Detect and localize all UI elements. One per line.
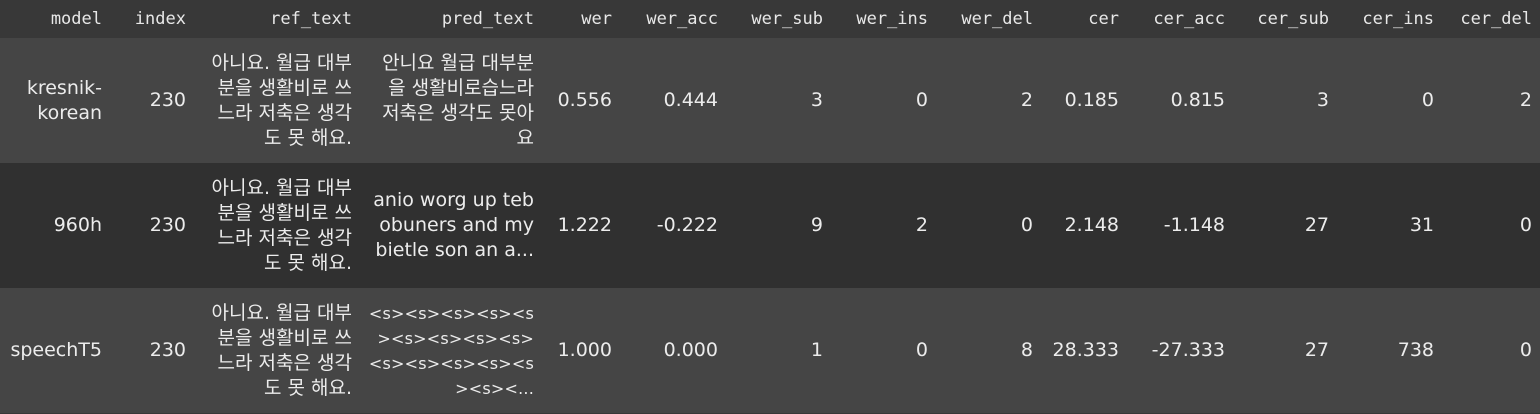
cell-model: speechT5: [10, 339, 102, 361]
header-row: model index ref_text pred_text wer wer_a…: [0, 0, 1540, 38]
cell-wer-del: 8: [1020, 339, 1033, 361]
cell-cer: 0.185: [1064, 89, 1119, 111]
column-header-cer-acc: cer_acc: [1153, 9, 1225, 29]
cell-cer-sub: 3: [1316, 89, 1329, 111]
column-header-wer-del: wer_del: [961, 9, 1033, 29]
cell-cer-del: 0: [1519, 339, 1532, 361]
cell-wer: 1.000: [557, 339, 612, 361]
cell-pred-text: 안니요 월급 대부분을 생활비로습느라 저축은 생각도 못아요: [382, 51, 534, 149]
column-header-model: model: [50, 9, 102, 29]
cell-wer-sub: 1: [810, 339, 823, 361]
column-header-wer-acc: wer_acc: [646, 9, 718, 29]
cell-wer-ins: 2: [915, 214, 928, 236]
cell-cer-ins: 738: [1397, 339, 1434, 361]
cell-cer-ins: 31: [1409, 214, 1434, 236]
column-header-cer-del: cer_del: [1460, 9, 1532, 29]
column-header-wer: wer: [581, 9, 612, 29]
cell-cer-acc: -27.333: [1151, 339, 1225, 361]
column-header-cer: cer: [1088, 9, 1119, 29]
cell-wer: 1.222: [557, 214, 612, 236]
cell-index: 230: [149, 89, 186, 111]
cell-ref-text: 아니요. 월급 대부분을 생활비로 쓰느라 저축은 생각도 못 해요.: [211, 51, 352, 149]
column-header-cer-ins: cer_ins: [1362, 9, 1434, 29]
cell-cer-acc: -1.148: [1163, 214, 1225, 236]
cell-model: 960h: [53, 214, 102, 236]
cell-model: kresnik-korean: [26, 76, 102, 124]
cell-wer-sub: 3: [810, 89, 823, 111]
table-row: 960h 230 아니요. 월급 대부분을 생활비로 쓰느라 저축은 생각도 못…: [0, 163, 1540, 288]
cell-cer-sub: 27: [1304, 214, 1329, 236]
cell-index: 230: [149, 339, 186, 361]
cell-wer-ins: 0: [915, 89, 928, 111]
cell-wer-acc: 0.000: [663, 339, 718, 361]
cell-wer: 0.556: [557, 89, 612, 111]
cell-wer-acc: 0.444: [663, 89, 718, 111]
cell-wer-del: 0: [1020, 214, 1033, 236]
table-row: kresnik-korean 230 아니요. 월급 대부분을 생활비로 쓰느라…: [0, 38, 1540, 163]
table-row: speechT5 230 아니요. 월급 대부분을 생활비로 쓰느라 저축은 생…: [0, 288, 1540, 413]
column-header-wer-ins: wer_ins: [856, 9, 928, 29]
column-header-cer-sub: cer_sub: [1257, 9, 1329, 29]
cell-cer-acc: 0.815: [1170, 89, 1225, 111]
cell-ref-text: 아니요. 월급 대부분을 생활비로 쓰느라 저축은 생각도 못 해요.: [211, 301, 352, 399]
cell-index: 230: [149, 214, 186, 236]
cell-cer-del: 2: [1519, 89, 1532, 111]
cell-cer-sub: 27: [1304, 339, 1329, 361]
cell-cer: 2.148: [1064, 214, 1119, 236]
cell-ref-text: 아니요. 월급 대부분을 생활비로 쓰느라 저축은 생각도 못 해요.: [211, 176, 352, 274]
cell-cer-ins: 0: [1421, 89, 1434, 111]
cell-wer-acc: -0.222: [656, 214, 718, 236]
cell-pred-text: <s><s><s><s><s><s><s><s><s><s><s><s><s><…: [368, 303, 534, 398]
cell-wer-sub: 9: [810, 214, 823, 236]
column-header-pred-text: pred_text: [441, 9, 534, 29]
cell-cer-del: 0: [1519, 214, 1532, 236]
column-header-wer-sub: wer_sub: [751, 9, 823, 29]
cell-wer-ins: 0: [915, 339, 928, 361]
column-header-index: index: [134, 9, 186, 29]
cell-cer: 28.333: [1052, 339, 1119, 361]
results-table: model index ref_text pred_text wer wer_a…: [0, 0, 1540, 413]
column-header-ref-text: ref_text: [270, 9, 352, 29]
cell-wer-del: 2: [1020, 89, 1033, 111]
cell-pred-text: anio worg up tebobuners and my bietle so…: [373, 189, 534, 261]
